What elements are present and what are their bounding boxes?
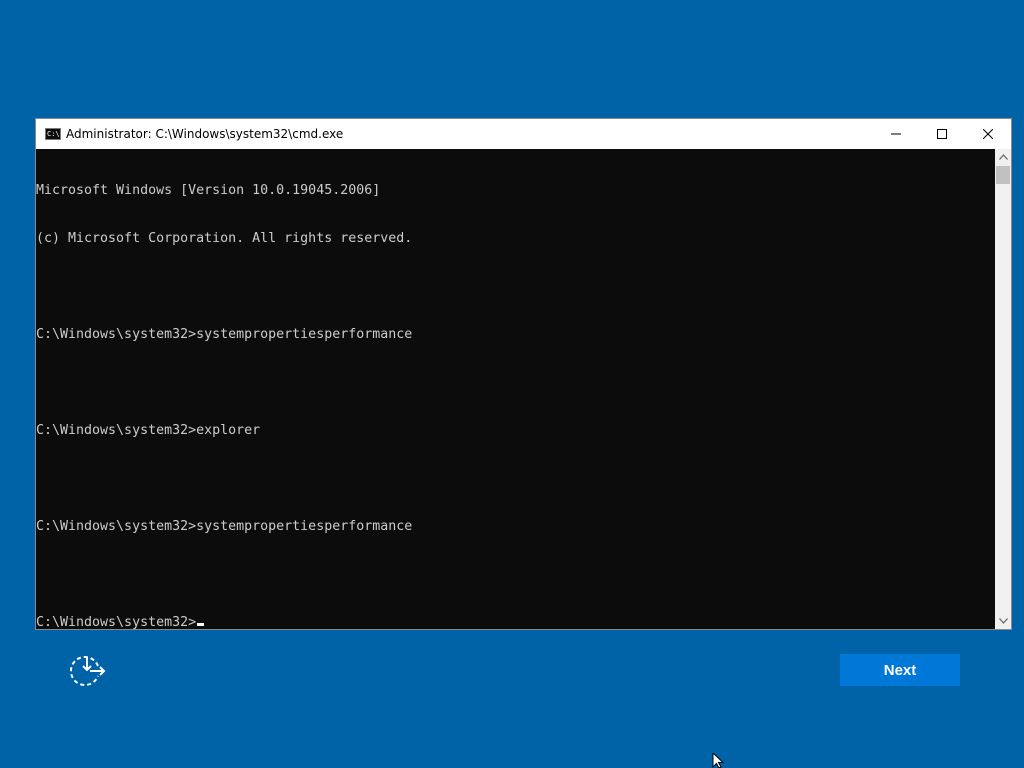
minimize-button[interactable] bbox=[873, 119, 919, 149]
scroll-up-button[interactable] bbox=[995, 149, 1011, 165]
next-button[interactable]: Next bbox=[840, 654, 960, 686]
minimize-icon bbox=[891, 133, 901, 135]
console-line: C:\Windows\system32>systempropertiesperf… bbox=[36, 327, 413, 342]
vertical-scrollbar[interactable] bbox=[995, 149, 1011, 629]
title-bar[interactable]: C:\ Administrator: C:\Windows\system32\c… bbox=[36, 119, 1011, 149]
close-icon bbox=[983, 129, 993, 139]
mouse-pointer-icon bbox=[712, 753, 725, 768]
cmd-window[interactable]: C:\ Administrator: C:\Windows\system32\c… bbox=[35, 118, 1012, 630]
cmd-icon-text: C:\ bbox=[47, 130, 60, 138]
cmd-icon: C:\ bbox=[45, 128, 61, 140]
window-title: Administrator: C:\Windows\system32\cmd.e… bbox=[66, 127, 344, 141]
chevron-up-icon bbox=[998, 154, 1008, 160]
console-output[interactable]: Microsoft Windows [Version 10.0.19045.20… bbox=[36, 149, 995, 629]
maximize-button[interactable] bbox=[919, 119, 965, 149]
window-controls bbox=[873, 119, 1011, 149]
maximize-icon bbox=[937, 129, 947, 139]
close-button[interactable] bbox=[965, 119, 1011, 149]
text-cursor bbox=[197, 623, 205, 626]
console-line: C:\Windows\system32>systempropertiesperf… bbox=[36, 519, 413, 534]
chevron-down-icon bbox=[998, 618, 1008, 624]
scroll-down-button[interactable] bbox=[995, 613, 1011, 629]
console-prompt-line[interactable]: C:\Windows\system32> bbox=[36, 615, 995, 629]
console-line: C:\Windows\system32>explorer bbox=[36, 423, 261, 438]
console-line: Microsoft Windows [Version 10.0.19045.20… bbox=[36, 183, 381, 198]
restart-icon[interactable] bbox=[70, 654, 106, 688]
console-line: (c) Microsoft Corporation. All rights re… bbox=[36, 231, 413, 246]
console-prompt: C:\Windows\system32> bbox=[36, 615, 197, 629]
scrollbar-thumb[interactable] bbox=[996, 166, 1010, 184]
